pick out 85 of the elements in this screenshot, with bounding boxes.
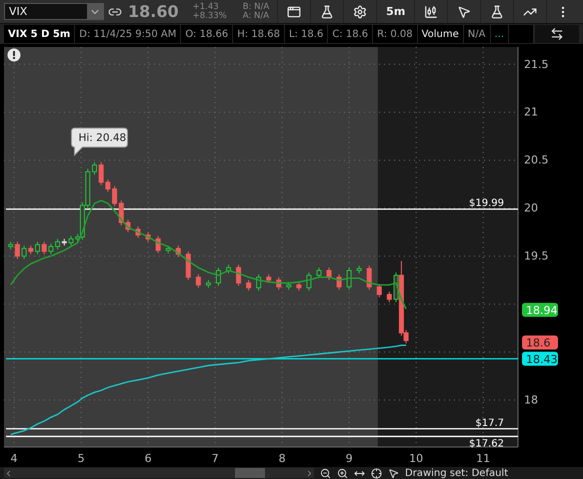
price-tag: 18.94 [522, 303, 558, 318]
candle [356, 266, 362, 274]
candle [316, 268, 322, 280]
interval-button[interactable]: 5m [376, 0, 414, 23]
candle [286, 282, 292, 291]
zoom-in-icon[interactable] [337, 468, 348, 479]
price-line-label: $17.62 [469, 438, 504, 450]
quote-info: C: 18.6 [328, 25, 372, 44]
quote-info: L: 18.6 [284, 25, 328, 44]
candle [35, 242, 40, 256]
cursor-icon [457, 4, 472, 18]
axis-label: 11 [476, 452, 490, 466]
candle [296, 282, 302, 292]
candlestick-icon [424, 4, 438, 18]
candle [176, 245, 181, 258]
candle [366, 266, 372, 291]
candle [226, 264, 231, 274]
scroll-left-icon[interactable] [4, 468, 13, 478]
flask-icon [490, 4, 504, 18]
candle [306, 272, 312, 292]
axis-label: 10 [409, 452, 424, 466]
price-line[interactable] [6, 358, 518, 360]
candle [386, 292, 392, 304]
symbol-field[interactable]: VIX [4, 3, 104, 20]
flask-icon [320, 4, 334, 18]
scroll-thumb[interactable] [235, 468, 265, 478]
settings-icon [353, 4, 368, 18]
price-tag: 18.43 [522, 352, 558, 366]
quote-info: Volume [418, 25, 463, 44]
axis-label: 21 [524, 106, 538, 120]
candle [216, 268, 221, 287]
price-line-label: $19.99 [469, 198, 504, 210]
candle [246, 280, 252, 292]
quote-info: H: 18.68 [233, 25, 284, 44]
candle [146, 232, 151, 243]
candle [206, 280, 211, 289]
zoom-out-icon[interactable] [320, 468, 331, 479]
candle [376, 284, 382, 298]
candle [186, 251, 191, 281]
net-change: +1.43 [192, 2, 220, 12]
candle [156, 236, 161, 254]
axis-label: 5 [78, 452, 85, 466]
axis-label: 21.5 [524, 58, 548, 72]
chart-title: VIX 5 D 5m [4, 25, 74, 44]
crosshair-icon[interactable] [371, 468, 382, 479]
axis-label: 6 [144, 452, 152, 466]
quote-info: D: 11/4/25 9:50 AM [75, 25, 180, 44]
alert-icon[interactable] [8, 48, 20, 62]
quote-info: O: 18.66 [181, 25, 232, 44]
quote-info: R: 0.08 [373, 25, 417, 44]
percent-change: +8.33% [192, 12, 227, 20]
candle [196, 274, 201, 289]
candle [136, 226, 141, 239]
last-price: 18.60 [128, 2, 179, 21]
candle [236, 264, 242, 287]
axis-label: 20.5 [524, 154, 548, 168]
axis-label: 8 [278, 452, 286, 466]
candle [346, 268, 352, 291]
candle [266, 274, 272, 284]
axis-label: 7 [212, 452, 219, 466]
price-tag: 18.6 [522, 336, 558, 350]
axis-label: 9 [346, 452, 353, 466]
high-callout: Hi: 20.48 [70, 128, 128, 156]
axis-label: 4 [10, 452, 18, 466]
ask-price: A: N/A [242, 12, 270, 20]
swap-button[interactable] [535, 25, 579, 44]
scroll-right-icon[interactable] [305, 468, 314, 478]
quote-info: N/A [464, 25, 490, 44]
price-line-label: $17.7 [475, 418, 504, 430]
annotation: Hi: 20.48 [78, 132, 126, 144]
axis-label: 18 [524, 394, 538, 407]
horizontal-scrollbar[interactable] [4, 468, 314, 478]
candle [336, 274, 342, 291]
candle [326, 268, 332, 281]
drawing-set-label: Drawing set: Default [405, 468, 508, 479]
axis-label: 19.5 [524, 250, 548, 263]
candle [166, 245, 171, 254]
bid-price: B: N/A [242, 2, 270, 12]
swap-icon [550, 27, 564, 42]
quote-info: ... [490, 25, 508, 44]
candle [256, 274, 262, 292]
cursor-icon[interactable] [388, 468, 399, 479]
candle [276, 277, 282, 291]
window-icon [287, 4, 302, 18]
axis-label: 20 [524, 202, 538, 216]
